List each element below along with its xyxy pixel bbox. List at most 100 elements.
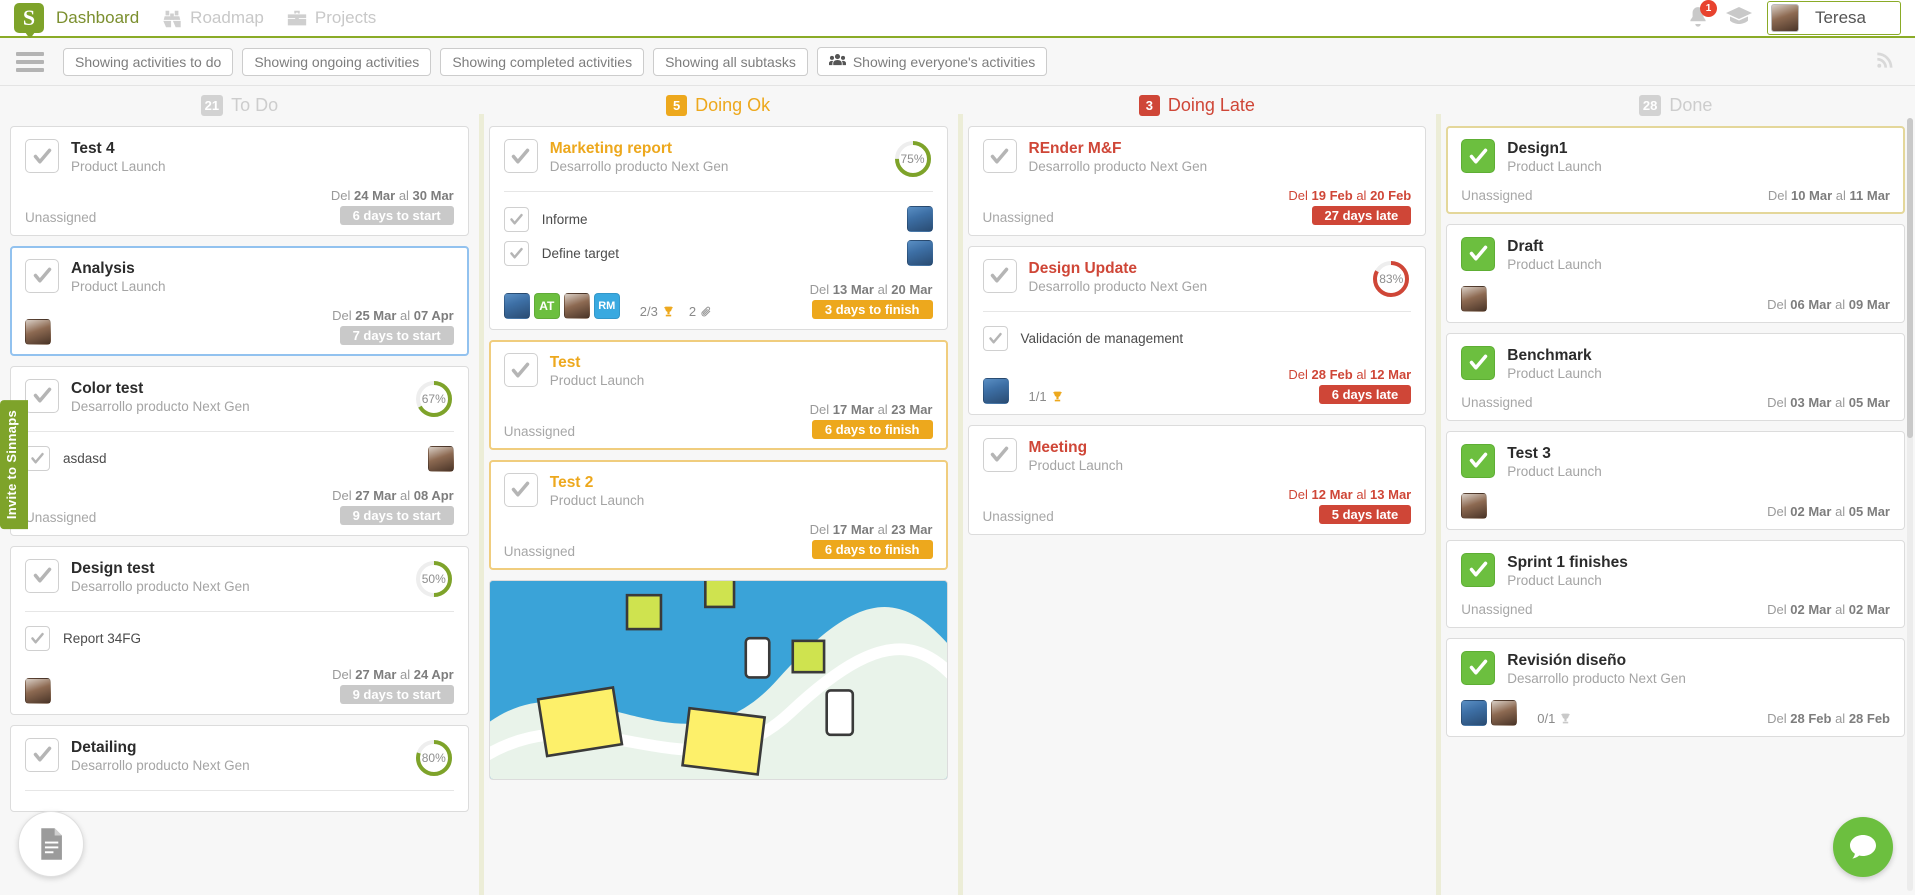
task-complete-checkbox[interactable] [1461, 345, 1496, 380]
task-card[interactable]: Marketing report Desarrollo producto Nex… [488, 126, 948, 330]
briefcase-icon [286, 8, 308, 28]
task-complete-checkbox[interactable] [1461, 236, 1496, 271]
date-prefix: Del [332, 487, 356, 503]
task-card[interactable]: Analysis Product Launch Del 25 Mar al 07… [10, 245, 469, 356]
avatar [1461, 492, 1488, 519]
app-logo[interactable]: S [14, 3, 44, 39]
filter-chip-ongoing[interactable]: Showing ongoing activities [242, 47, 432, 76]
documents-button[interactable] [18, 811, 84, 877]
date-from: 12 Mar [1311, 486, 1353, 502]
task-card[interactable]: Test 2 Product Launch Unassigned Del 17 … [488, 459, 948, 570]
task-card[interactable]: Draft Product Launch Del 06 Mar al 09 Ma… [1446, 223, 1905, 323]
task-complete-checkbox[interactable] [1461, 650, 1496, 685]
subtask-row[interactable]: Informe [503, 202, 933, 236]
date-from: 27 Mar [355, 487, 397, 503]
task-complete-checkbox[interactable] [982, 437, 1017, 472]
task-project: Product Launch [1507, 159, 1602, 175]
subtask-counter: 1/1 [1029, 389, 1064, 404]
board-column-doing-ok: 5 Doing Ok Marketing report Desarrollo p… [478, 86, 958, 895]
task-complete-checkbox[interactable] [25, 558, 59, 593]
scrollbar-thumb[interactable] [1907, 118, 1913, 438]
task-card[interactable]: Design Update Desarrollo producto Next G… [967, 245, 1427, 415]
task-card[interactable]: Sprint 1 finishes Product Launch Unassig… [1446, 539, 1905, 628]
subtask-label: Report 34FG [63, 630, 142, 646]
nav-item-label: Roadmap [190, 8, 264, 27]
divider [25, 610, 454, 612]
menu-toggle-button[interactable] [16, 51, 44, 72]
date-mid: al [1831, 503, 1849, 519]
nav-right-group: 1 Teresa [1685, 0, 1901, 35]
subtask-checkbox[interactable] [25, 446, 50, 472]
subtask-row[interactable]: Validación de management [982, 322, 1412, 355]
subtask-row[interactable]: asdasd [25, 442, 454, 476]
date-from: 24 Mar [354, 187, 396, 203]
subtask-row[interactable]: Define target [503, 236, 933, 270]
notifications-button[interactable]: 1 [1685, 0, 1717, 31]
subtask-row[interactable]: Report 34FG [25, 622, 454, 655]
task-complete-checkbox[interactable] [503, 353, 538, 387]
people-icon [828, 53, 846, 70]
date-from: 17 Mar [832, 521, 874, 537]
task-complete-checkbox[interactable] [1461, 552, 1496, 587]
progress-value: 80% [421, 750, 446, 765]
avatar [906, 240, 933, 266]
avatar [982, 377, 1009, 404]
filter-chip-everyone[interactable]: Showing everyone's activities [816, 47, 1048, 76]
task-card[interactable]: Test Product Launch Unassigned Del 17 Ma… [488, 340, 948, 450]
task-complete-checkbox[interactable] [25, 378, 59, 413]
task-card[interactable]: Benchmark Product Launch Unassigned Del … [1446, 332, 1905, 421]
task-card[interactable]: REnder M&F Desarrollo producto Next Gen … [967, 126, 1427, 236]
subtask-checkbox[interactable] [503, 206, 529, 232]
nav-item-projects[interactable]: Projects [286, 8, 376, 28]
task-status-pill: 6 days to finish [811, 539, 933, 559]
check-icon [512, 482, 530, 497]
task-card[interactable]: Design1 Product Launch Unassigned Del 10… [1446, 126, 1905, 214]
task-card[interactable]: Test 3 Product Launch Del 02 Mar al 05 M… [1446, 430, 1905, 530]
task-title: Test [549, 354, 581, 371]
task-complete-checkbox[interactable] [982, 258, 1017, 293]
subtask-checkbox[interactable] [25, 625, 50, 651]
date-to: 20 Mar [891, 282, 933, 297]
chat-button[interactable] [1833, 817, 1893, 877]
date-to: 05 Mar [1848, 503, 1890, 519]
date-prefix: Del [1767, 187, 1791, 203]
nav-item-dashboard[interactable]: Dashboard [56, 8, 139, 28]
scrollbar-track[interactable] [1907, 118, 1913, 891]
nav-item-roadmap[interactable]: Roadmap [161, 8, 264, 28]
task-status-pill: 7 days to start [339, 325, 454, 345]
task-complete-checkbox[interactable] [1461, 139, 1496, 173]
task-card[interactable]: Revisión diseño Desarrollo producto Next… [1446, 637, 1905, 737]
task-card[interactable]: Design test Desarrollo producto Next Gen… [10, 545, 469, 715]
task-title: Design Update [1028, 259, 1138, 277]
task-complete-checkbox[interactable] [1461, 443, 1496, 478]
filter-chip-todo[interactable]: Showing activities to do [63, 47, 234, 76]
date-prefix: Del [809, 282, 833, 297]
filter-chip-subtasks[interactable]: Showing all subtasks [653, 47, 808, 76]
date-mid: al [1832, 187, 1850, 203]
top-navigation-bar: S Dashboard Roadmap Projects 1 Teresa [0, 0, 1915, 39]
subtask-checkbox[interactable] [503, 240, 529, 266]
check-icon [33, 746, 51, 762]
progress-donut: 75% [893, 139, 933, 179]
subtask-checkbox[interactable] [982, 325, 1008, 351]
rss-feed-button[interactable] [1873, 46, 1899, 77]
task-complete-checkbox[interactable] [503, 139, 538, 173]
task-complete-checkbox[interactable] [503, 472, 538, 507]
invite-tab[interactable]: Invite to Sinnaps [0, 400, 28, 530]
task-card[interactable]: Test 4 Product Launch Unassigned Del 24 … [10, 126, 469, 236]
task-complete-checkbox[interactable] [25, 258, 59, 293]
task-complete-checkbox[interactable] [25, 737, 59, 772]
task-card[interactable]: Detailing Desarrollo producto Next Gen 8… [10, 724, 469, 812]
subtask-counter: 2/3 [640, 304, 675, 319]
task-complete-checkbox[interactable] [982, 139, 1017, 173]
filter-chip-completed[interactable]: Showing completed activities [440, 47, 645, 76]
date-to: 05 Mar [1848, 394, 1890, 410]
avatar [1770, 4, 1799, 32]
date-mid: al [873, 282, 892, 297]
task-project: Product Launch [71, 279, 166, 295]
task-card[interactable]: Meeting Product Launch Unassigned Del 12… [967, 424, 1427, 535]
task-card[interactable]: Color test Desarrollo producto Next Gen … [10, 365, 469, 536]
user-menu[interactable]: Teresa [1766, 1, 1901, 35]
task-complete-checkbox[interactable] [25, 139, 59, 173]
tutorials-button[interactable] [1725, 4, 1753, 33]
